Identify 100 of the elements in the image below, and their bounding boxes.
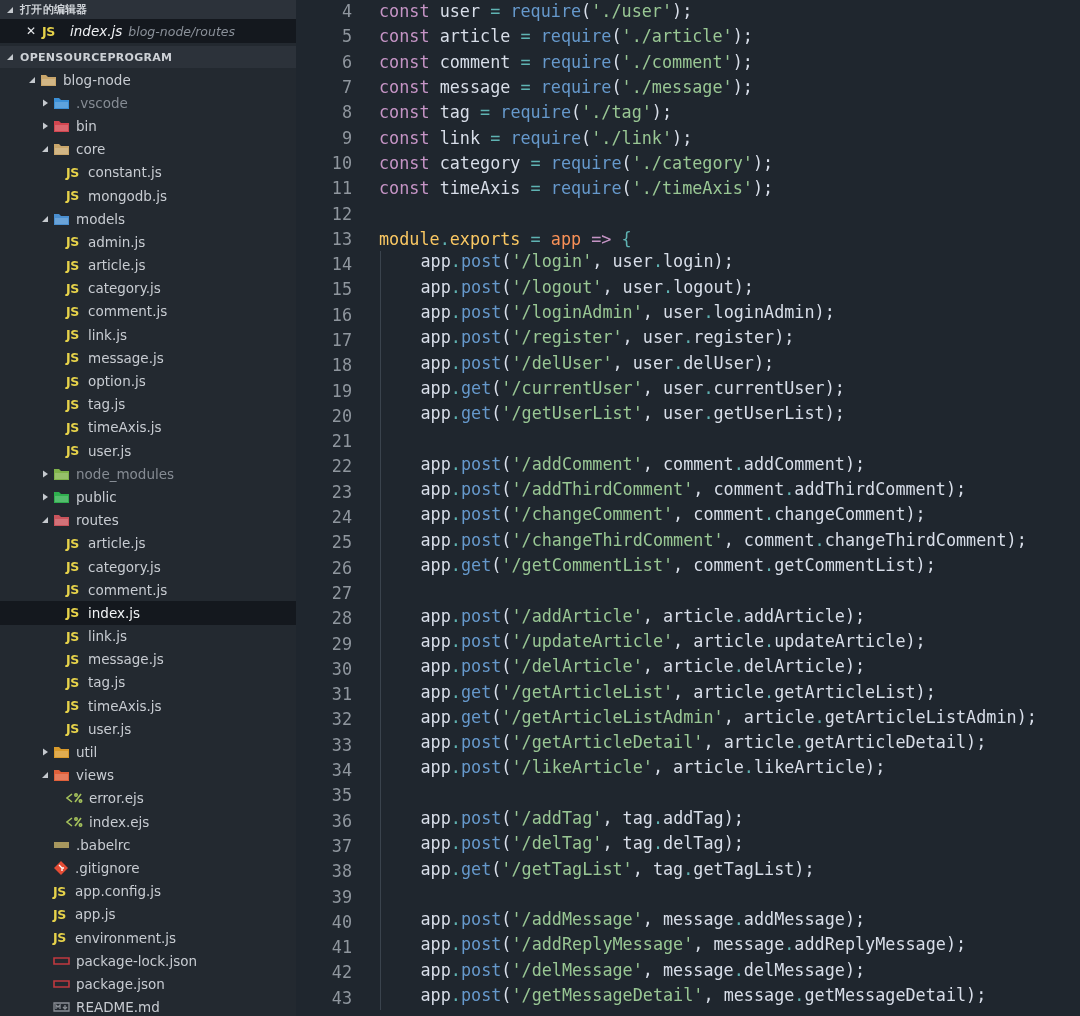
folder-item[interactable]: models — [0, 207, 296, 231]
expanded-arrow-icon[interactable] — [41, 771, 49, 780]
expanded-arrow-icon[interactable] — [41, 145, 49, 154]
folder-name: .vscode — [76, 94, 128, 111]
code-line: app.get('/getUserList', user.getUserList); — [419, 403, 845, 426]
js-file-icon: JS — [66, 396, 81, 412]
expanded-arrow-icon[interactable] — [6, 53, 14, 61]
js-file-icon: JS — [66, 257, 81, 273]
line-number: 41 — [330, 937, 352, 958]
js-file-icon: JS — [66, 350, 81, 366]
expanded-arrow-icon[interactable] — [41, 516, 49, 525]
file-item[interactable]: JS comment.js — [0, 299, 296, 324]
file-item[interactable]: JS message.js — [0, 346, 296, 370]
file-item[interactable]: JS article.js — [0, 253, 296, 277]
collapsed-arrow-icon[interactable] — [41, 121, 49, 130]
file-item[interactable]: JS tag.js — [0, 392, 296, 416]
js-file-icon: JS — [53, 930, 68, 946]
collapsed-arrow-icon[interactable] — [41, 98, 49, 107]
babel-file-icon — [53, 840, 70, 849]
section-title: 打开的编辑器 — [20, 2, 88, 17]
code-line: module.exports = app => { — [379, 228, 632, 249]
folder-item[interactable]: util — [0, 740, 296, 764]
expanded-arrow-icon[interactable] — [41, 214, 49, 223]
line-number: 24 — [330, 507, 352, 528]
file-item[interactable]: package-lock.json — [0, 949, 296, 973]
folder-item[interactable]: blog-node — [0, 68, 296, 92]
file-item[interactable]: JS message.js — [0, 647, 296, 671]
file-item[interactable]: JS timeAxis.js — [0, 415, 296, 439]
file-item[interactable]: .gitignore — [0, 856, 296, 880]
file-name: index.js — [70, 23, 123, 39]
file-item[interactable]: JS timeAxis.js — [0, 694, 296, 718]
line-number: 25 — [330, 532, 352, 553]
file-item[interactable]: JS constant.js — [0, 160, 296, 184]
file-name: category.js — [88, 558, 161, 575]
code-line: const timeAxis = require('./timeAxis'); — [379, 178, 774, 199]
js-file-icon: JS — [66, 280, 81, 296]
code-line: app.post('/register', user.register); — [419, 327, 795, 350]
collapsed-arrow-icon[interactable] — [41, 469, 49, 478]
file-item[interactable]: JS tag.js — [0, 670, 296, 695]
file-name: article.js — [88, 535, 146, 552]
js-file-icon: JS — [53, 883, 68, 899]
folder-item[interactable]: views — [0, 763, 296, 787]
file-item[interactable]: JS app.config.js — [0, 879, 296, 903]
file-item[interactable]: JS admin.js — [0, 230, 296, 254]
line-number: 43 — [330, 987, 352, 1008]
file-item[interactable]: JS option.js — [0, 369, 296, 393]
file-item[interactable]: JS link.js — [0, 624, 296, 648]
section-title: OPENSOURCEPROGRAM — [20, 50, 173, 64]
git-icon — [53, 859, 69, 876]
folder-name: bin — [76, 117, 97, 134]
code-line: app.post('/delArticle', article.delArticle); — [419, 656, 866, 679]
folder-item[interactable]: bin — [0, 114, 296, 138]
section-header[interactable]: OPENSOURCEPROGRAM — [0, 46, 296, 68]
file-item[interactable]: JS environment.js — [0, 925, 296, 950]
js-file-icon: JS — [66, 419, 81, 435]
code-line: app.post('/addReplyMessage', message.addReplyMessage); — [419, 934, 967, 957]
expanded-arrow-icon[interactable] — [28, 75, 36, 84]
line-number: 37 — [330, 835, 352, 856]
collapsed-arrow-icon[interactable] — [41, 492, 49, 501]
collapsed-arrow-icon[interactable] — [41, 748, 49, 757]
file-name: .gitignore — [75, 859, 140, 876]
line-number: 13 — [330, 228, 352, 249]
folder-item[interactable]: .vscode — [0, 91, 296, 115]
code-line: app.post('/updateArticle', article.updateArticle); — [419, 630, 926, 653]
file-item[interactable]: JS user.js — [0, 717, 296, 741]
folder-item[interactable]: public — [0, 485, 296, 509]
file-name: app.config.js — [75, 883, 162, 900]
file-item[interactable]: README.md — [0, 995, 296, 1016]
line-number: 28 — [330, 608, 352, 629]
line-number: 16 — [330, 304, 352, 325]
json-file-icon — [53, 956, 70, 965]
js-file-icon: JS — [66, 605, 81, 621]
file-path: blog-node/routes — [128, 23, 236, 39]
js-file-icon: JS — [66, 373, 81, 389]
close-icon[interactable]: ✕ — [26, 24, 37, 38]
folder-item[interactable]: core — [0, 137, 296, 161]
file-item[interactable]: JS article.js — [0, 531, 296, 555]
file-item[interactable]: JS mongodb.js — [0, 183, 296, 208]
folder-item[interactable]: node_modules — [0, 462, 296, 486]
file-item[interactable]: JS app.js — [0, 902, 296, 926]
folder-name: views — [76, 767, 115, 784]
folder-item[interactable]: routes — [0, 508, 296, 532]
line-number: 27 — [330, 582, 352, 603]
file-item[interactable]: JS category.js — [0, 276, 296, 300]
file-item[interactable]: JS comment.js — [0, 578, 296, 602]
file-name: tag.js — [88, 396, 126, 413]
file-item[interactable]: error.ejs — [0, 786, 296, 810]
file-item[interactable]: index.ejs — [0, 810, 296, 834]
file-item[interactable]: JS link.js — [0, 323, 296, 347]
expanded-arrow-icon[interactable] — [6, 5, 14, 14]
section-header[interactable]: 打开的编辑器 — [0, 0, 296, 19]
file-item[interactable]: .babelrc — [0, 833, 296, 857]
file-item[interactable]: JS user.js — [0, 439, 296, 463]
file-item[interactable]: package.json — [0, 972, 296, 996]
line-number: 39 — [330, 886, 352, 907]
line-number: 22 — [330, 456, 352, 477]
open-editor-item[interactable]: ✕ JS index.js blog-node/routes — [0, 19, 296, 43]
file-name: index.js — [88, 604, 140, 621]
file-item[interactable]: JS index.js — [0, 601, 296, 625]
file-item[interactable]: JS category.js — [0, 554, 296, 579]
